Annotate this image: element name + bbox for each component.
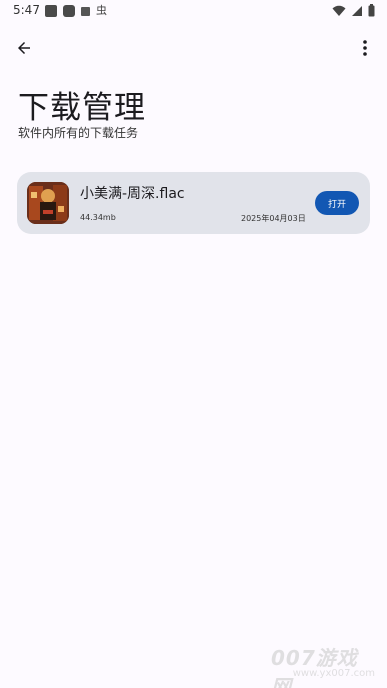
file-date: 2025年04月03日 [241,214,306,223]
page-subtitle: 软件内所有的下载任务 [18,126,139,140]
watermark-url: www.yx007.com [292,668,375,679]
back-button[interactable] [12,36,36,60]
more-vert-icon [363,40,367,56]
watermark-logo: 007游戏网 www.yx007.com [271,642,381,688]
file-name: 小美满-周深.flac [80,186,185,202]
signal-icon [352,5,362,16]
app-bar [0,30,387,66]
notification-bug-icon: 虫 [96,4,107,17]
file-size: 44.34mb [80,213,116,222]
page-title: 下载管理 [18,90,146,126]
open-button[interactable]: 打开 [315,191,359,215]
notification-icons: 虫 [45,5,107,17]
download-task-card[interactable]: 小美满-周深.flac 44.34mb 2025年04月03日 打开 [17,172,370,234]
system-icons [332,4,375,17]
status-bar: 5:47 虫 [0,0,387,24]
notification-rounded-icon [63,5,75,17]
notification-a-icon [81,6,90,16]
arrow-back-icon [18,42,30,54]
more-options-button[interactable] [359,36,371,60]
notification-square-icon [45,5,57,17]
album-cover-image [27,182,69,224]
album-art-icon [27,182,69,224]
watermark-text: 007游戏网 [271,646,358,688]
battery-icon [368,4,375,17]
status-time: 5:47 [13,3,40,17]
screen: 5:47 虫 下载管理 软件内所有的下载任务 小美满-周深.flac 44.34… [0,0,387,688]
wifi-icon [332,5,346,16]
